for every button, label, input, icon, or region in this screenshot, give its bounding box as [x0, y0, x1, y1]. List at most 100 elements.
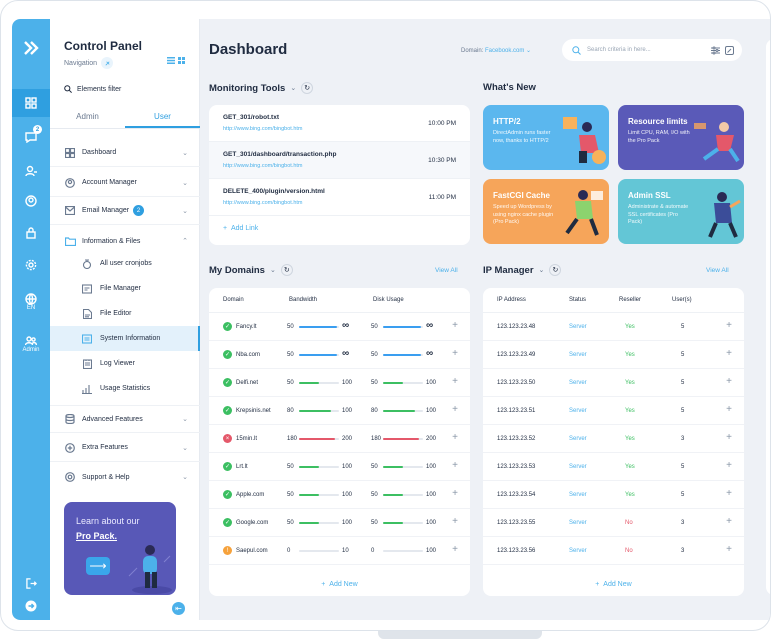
table-row[interactable]: ✓ Lrt.lt 50 100 50 100 +	[209, 453, 470, 481]
add-link-button[interactable]: + Add Link	[223, 225, 258, 232]
filter-sliders-icon[interactable]	[711, 46, 720, 55]
rail-language[interactable]: EN	[12, 287, 50, 317]
edit-icon[interactable]	[725, 45, 734, 55]
rail-admin[interactable]: Admin	[12, 329, 50, 359]
refresh-icon[interactable]: ↻	[549, 264, 562, 276]
expand-plus-icon[interactable]: +	[452, 432, 458, 443]
ip-view-all-link[interactable]: View All	[706, 267, 729, 274]
pin-icon[interactable]	[101, 57, 114, 69]
rail-account-icon[interactable]	[12, 187, 50, 215]
nav-item-email-manager[interactable]: Email Manager 2 ⌄	[50, 197, 200, 225]
expand-plus-icon[interactable]: +	[452, 516, 458, 527]
table-row[interactable]: ! Saepul.com 0 10 0 100 +	[209, 537, 470, 565]
refresh-icon[interactable]: ↻	[301, 82, 314, 94]
logout-icon[interactable]	[12, 575, 50, 591]
expand-plus-icon[interactable]: +	[726, 348, 732, 359]
monitor-url[interactable]: http://www.bing.com/bingbot.htm	[223, 163, 302, 169]
rail-dashboard-icon[interactable]	[12, 89, 50, 117]
monitoring-row[interactable]: DELETE_400/plugin/version.html http://ww…	[209, 179, 470, 216]
rail-settings-icon[interactable]	[12, 251, 50, 279]
expand-plus-icon[interactable]: +	[452, 376, 458, 387]
table-row[interactable]: 123.123.23.52 Server Yes 3 +	[483, 425, 744, 453]
table-row[interactable]: 123.123.23.50 Server Yes 5 +	[483, 369, 744, 397]
sub-item-system-information[interactable]: System Information	[50, 326, 200, 351]
expand-plus-icon[interactable]: +	[726, 432, 732, 443]
logo-icon[interactable]	[12, 33, 50, 63]
expand-plus-icon[interactable]: +	[452, 320, 458, 331]
monitor-url[interactable]: http://www.bing.com/bingbot.htm	[223, 200, 302, 206]
news-card-admin-ssl[interactable]: Admin SSL Administrate & automate SSL ce…	[618, 179, 744, 244]
table-row[interactable]: 123.123.23.56 Server No 3 +	[483, 537, 744, 565]
tab-user[interactable]: User	[125, 107, 200, 128]
table-row[interactable]: 123.123.23.49 Server Yes 5 +	[483, 341, 744, 369]
domain-name[interactable]: Delfi.net	[236, 380, 258, 386]
nav-item-account-manager[interactable]: Account Manager ⌄	[50, 169, 200, 197]
domains-view-all-link[interactable]: View All	[435, 267, 458, 274]
rail-users-icon[interactable]	[12, 157, 50, 185]
elements-filter[interactable]: Elements filter	[64, 85, 121, 93]
monitoring-row[interactable]: GET_301/robot.txt http://www.bing.com/bi…	[209, 105, 470, 142]
exit-circle-icon[interactable]	[12, 599, 50, 613]
table-row[interactable]: 123.123.23.55 Server No 3 +	[483, 509, 744, 537]
domain-name[interactable]: Nba.com	[236, 352, 260, 358]
search-box[interactable]: Search criteria in here...	[562, 39, 742, 61]
expand-plus-icon[interactable]: +	[726, 320, 732, 331]
news-card-http2[interactable]: HTTP/2 DirectAdmin runs faster now, than…	[483, 105, 609, 170]
tab-admin[interactable]: Admin	[50, 107, 125, 128]
search-input[interactable]: Search criteria in here...	[587, 47, 651, 53]
nav-item-support-help[interactable]: Support & Help ⌄	[50, 463, 200, 491]
sub-item-usage-statistics[interactable]: Usage Statistics	[50, 376, 200, 401]
monitor-url[interactable]: http://www.bing.com/bingbot.htm	[223, 126, 302, 132]
add-domain-button[interactable]: + Add New	[209, 581, 470, 588]
view-toggle[interactable]	[167, 57, 185, 64]
monitoring-row[interactable]: GET_301/dashboard/transaction.php http:/…	[209, 142, 470, 179]
table-row[interactable]: ✓ Google.com 50 100 50 100 +	[209, 509, 470, 537]
table-row[interactable]: 123.123.23.53 Server Yes 5 +	[483, 453, 744, 481]
rail-lock-icon[interactable]	[12, 219, 50, 247]
expand-plus-icon[interactable]: +	[452, 460, 458, 471]
table-row[interactable]: 123.123.23.51 Server Yes 5 +	[483, 397, 744, 425]
pro-pack-promo[interactable]: Learn about our Pro Pack. ⟶	[64, 502, 176, 595]
news-card-fastcgi-cache[interactable]: FastCGI Cache Speed up Wordpress by usin…	[483, 179, 609, 244]
table-row[interactable]: ✓ Krepsinis.net 80 100 80 100 +	[209, 397, 470, 425]
domain-selector[interactable]: Domain: Facebook.com ⌄	[461, 47, 531, 54]
table-row[interactable]: ✓ Delfi.net 50 100 50 100 +	[209, 369, 470, 397]
sub-item-log-viewer[interactable]: Log Viewer	[50, 351, 200, 376]
nav-item-advanced-features[interactable]: Advanced Features ⌄	[50, 405, 200, 433]
chevron-down-icon[interactable]: ⌄	[290, 84, 296, 92]
expand-plus-icon[interactable]: +	[452, 488, 458, 499]
sub-item-file-manager[interactable]: File Manager	[50, 276, 200, 301]
rail-messages-icon[interactable]: 2	[12, 123, 50, 151]
domain-name[interactable]: Lrt.lt	[236, 464, 248, 470]
sub-item-cronjobs[interactable]: All user cronjobs	[50, 251, 200, 276]
news-card-resource-limits[interactable]: Resource limits Limit CPU, RAM, I/O with…	[618, 105, 744, 170]
table-row[interactable]: 123.123.23.48 Server Yes 5 +	[483, 313, 744, 341]
table-row[interactable]: ✓ Nba.com 50 ∞ 50 ∞ +	[209, 341, 470, 369]
domain-name[interactable]: Apple.com	[236, 492, 264, 498]
table-row[interactable]: ✓ Apple.com 50 100 50 100 +	[209, 481, 470, 509]
domain-name[interactable]: Google.com	[236, 520, 268, 526]
grid-view-icon[interactable]	[178, 57, 185, 64]
expand-plus-icon[interactable]: +	[726, 404, 732, 415]
table-row[interactable]: ✓ Fancy.lt 50 ∞ 50 ∞ +	[209, 313, 470, 341]
expand-plus-icon[interactable]: +	[726, 488, 732, 499]
expand-plus-icon[interactable]: +	[726, 544, 732, 555]
table-row[interactable]: 123.123.23.54 Server Yes 5 +	[483, 481, 744, 509]
expand-plus-icon[interactable]: +	[452, 544, 458, 555]
list-view-icon[interactable]	[167, 57, 175, 64]
expand-plus-icon[interactable]: +	[726, 460, 732, 471]
domain-name[interactable]: Saepul.com	[236, 548, 268, 554]
expand-plus-icon[interactable]: +	[726, 376, 732, 387]
chevron-down-icon[interactable]: ⌄	[539, 266, 545, 274]
domain-name[interactable]: Fancy.lt	[236, 324, 257, 330]
collapse-sidebar-button[interactable]: ⇤	[172, 602, 185, 615]
chevron-down-icon[interactable]: ⌄	[270, 266, 276, 274]
expand-plus-icon[interactable]: +	[452, 404, 458, 415]
expand-plus-icon[interactable]: +	[726, 516, 732, 527]
domain-name[interactable]: Krepsinis.net	[236, 408, 271, 414]
domain-value[interactable]: Facebook.com	[485, 48, 524, 54]
add-ip-button[interactable]: + Add New	[483, 581, 744, 588]
sub-item-file-editor[interactable]: File Editor	[50, 301, 200, 326]
nav-item-dashboard[interactable]: Dashboard ⌄	[50, 139, 200, 167]
nav-item-extra-features[interactable]: Extra Features ⌄	[50, 434, 200, 462]
